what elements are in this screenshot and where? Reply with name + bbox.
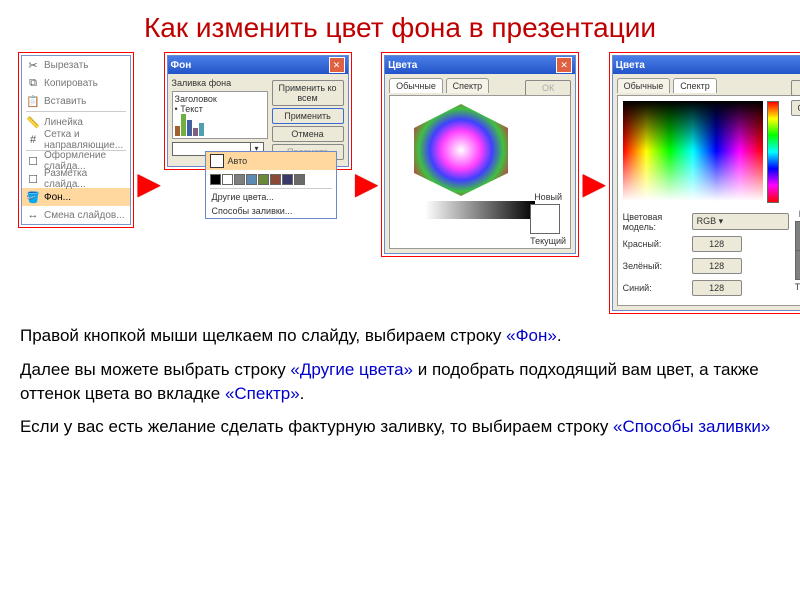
blue-input[interactable]: 128	[692, 280, 742, 296]
new-swatch	[530, 204, 560, 234]
tab-standard[interactable]: Обычные	[389, 78, 443, 93]
color-swatch[interactable]	[222, 174, 233, 185]
panel-std-colors: Цвета ✕ Обычные Спектр ОК Отмена	[381, 52, 579, 257]
current-label: Текущий	[530, 236, 566, 246]
color-swatch[interactable]	[294, 174, 305, 185]
green-label: Зелёный:	[623, 261, 689, 271]
color-swatch[interactable]	[210, 174, 221, 185]
current-swatch	[795, 250, 800, 280]
context-menu-item[interactable]: ↔Смена слайдов...	[22, 206, 130, 224]
context-menu-item[interactable]: ✂Вырезать	[22, 56, 130, 74]
gray-hexrow[interactable]	[425, 201, 535, 219]
close-icon[interactable]: ✕	[329, 57, 345, 73]
spec-titlebar: Цвета ✕	[613, 56, 800, 74]
blue-label: Синий:	[623, 283, 689, 293]
new-label: Новый	[795, 209, 800, 219]
color-hexagon[interactable]	[406, 102, 516, 197]
color-swatch[interactable]	[258, 174, 269, 185]
green-input[interactable]: 128	[692, 258, 742, 274]
close-icon[interactable]: ✕	[556, 57, 572, 73]
ok-button[interactable]: ОК	[791, 80, 800, 96]
arrow-icon: ▶	[356, 167, 378, 200]
std-title: Цвета	[388, 60, 417, 71]
paragraph-1: Правой кнопкой мыши щелкаем по слайду, в…	[0, 314, 800, 348]
color-swatch[interactable]	[282, 174, 293, 185]
ok-button[interactable]: ОК	[525, 80, 571, 96]
cancel-button[interactable]: Отмена	[272, 126, 344, 142]
paragraph-3: Если у вас есть желание сделать фактурну…	[0, 405, 800, 439]
arrow-icon: ▶	[138, 167, 160, 200]
model-select[interactable]: RGB ▾	[692, 213, 789, 230]
context-menu-item[interactable]: 🪣Фон...	[22, 188, 130, 206]
panel-spectrum: Цвета ✕ Обычные Спектр ОК Отмена	[609, 52, 800, 314]
panel-fill-dialog: Фон ✕ Заливка фона Заголовок • Текст	[164, 52, 352, 170]
new-swatch	[795, 221, 800, 251]
context-menu-item[interactable]: #Сетка и направляющие...	[22, 131, 130, 149]
fill-title: Фон	[171, 60, 192, 71]
current-label: Текущий	[795, 282, 800, 292]
context-menu-item[interactable]: ⧉Копировать	[22, 74, 130, 92]
color-swatch[interactable]	[234, 174, 245, 185]
std-titlebar: Цвета ✕	[385, 56, 575, 74]
paragraph-2: Далее вы можете выбрать строку «Другие ц…	[0, 348, 800, 406]
red-label: Красный:	[623, 239, 689, 249]
apply-button[interactable]: Применить	[272, 108, 344, 124]
other-colors-item[interactable]: Другие цвета...	[206, 190, 336, 204]
fill-ways-item[interactable]: Способы заливки...	[206, 204, 336, 218]
sample-text: • Текст	[175, 104, 265, 114]
context-menu-item[interactable]: 📋Вставить	[22, 92, 130, 110]
color-swatch[interactable]	[246, 174, 257, 185]
tab-spectrum[interactable]: Спектр	[446, 78, 490, 93]
red-input[interactable]: 128	[692, 236, 742, 252]
fill-group-label: Заливка фона	[172, 78, 268, 88]
spec-title: Цвета	[616, 60, 645, 71]
model-label: Цветовая модель:	[623, 212, 689, 232]
panel-context-menu: ✂Вырезать⧉Копировать📋Вставить📏Линейка#Се…	[18, 52, 134, 228]
tab-spectrum[interactable]: Спектр	[673, 78, 717, 93]
sample-title: Заголовок	[175, 94, 265, 104]
color-gradient[interactable]	[623, 101, 763, 201]
auto-row[interactable]: Авто	[206, 152, 336, 170]
new-label: Новый	[530, 192, 566, 202]
hue-slider[interactable]	[767, 101, 779, 203]
tab-standard[interactable]: Обычные	[617, 78, 671, 93]
color-swatch[interactable]	[270, 174, 281, 185]
context-menu-item[interactable]: ☐Разметка слайда...	[22, 170, 130, 188]
fill-titlebar: Фон ✕	[168, 56, 348, 74]
cancel-button[interactable]: Отмена	[791, 100, 800, 116]
arrow-icon: ▶	[583, 167, 605, 200]
page-title: Как изменить цвет фона в презентации	[0, 0, 800, 52]
apply-all-button[interactable]: Применить ко всем	[272, 80, 344, 106]
